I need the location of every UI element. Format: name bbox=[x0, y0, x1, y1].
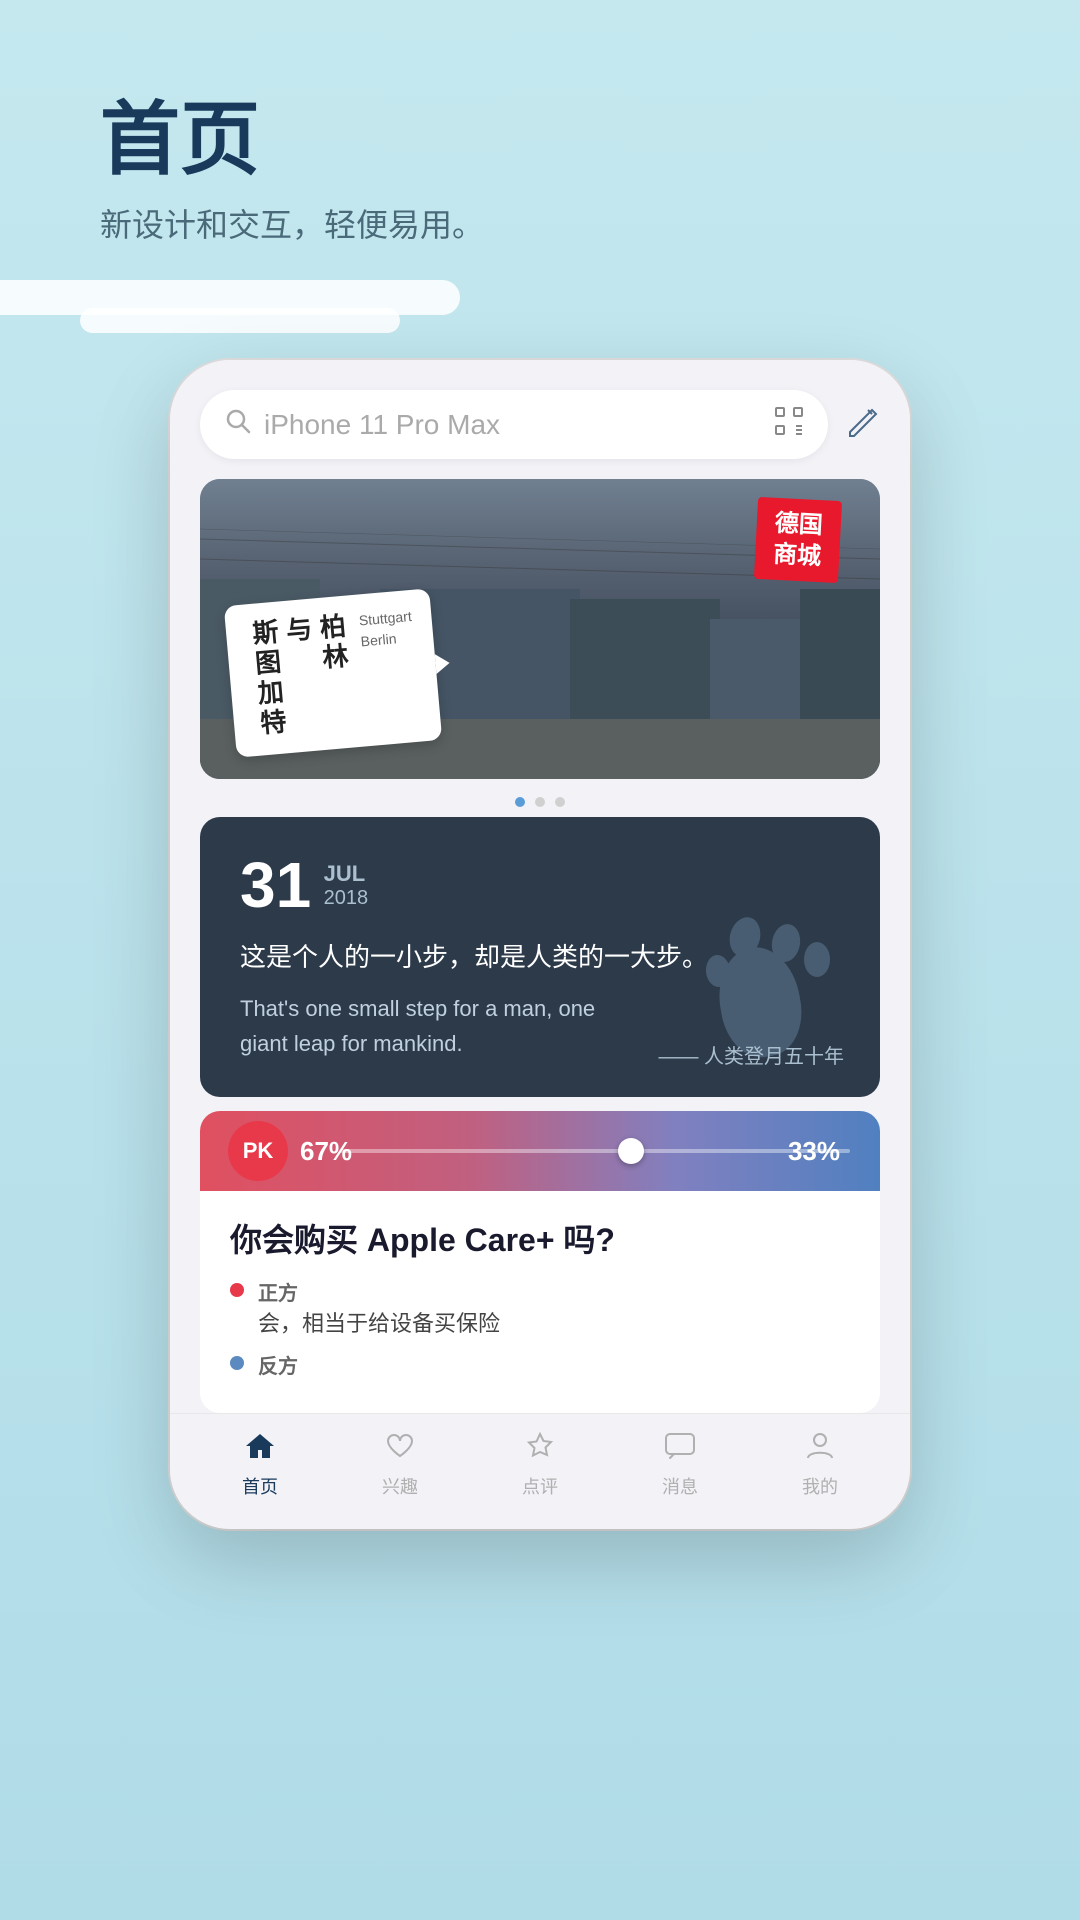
quote-date-right: JUL 2018 bbox=[324, 861, 369, 910]
cloud-2 bbox=[80, 308, 400, 333]
quote-date: 31 bbox=[240, 853, 311, 917]
pk-bar: PK 67% 33% bbox=[200, 1111, 880, 1191]
dot-1 bbox=[515, 797, 525, 807]
quote-source: —— 人类登月五十年 bbox=[658, 1040, 844, 1069]
star-icon bbox=[522, 1430, 558, 1467]
banner-carousel[interactable]: 德国 商城 柏林与斯图加特 StuttgartBerlin bbox=[200, 479, 880, 779]
search-bar[interactable]: iPhone 11 Pro Max bbox=[200, 390, 828, 459]
quote-month: JUL bbox=[324, 861, 369, 887]
home-icon bbox=[242, 1430, 278, 1467]
dot-2 bbox=[535, 797, 545, 807]
cloud-decoration bbox=[0, 260, 1080, 340]
pk-question: 你会购买 Apple Care+ 吗? bbox=[200, 1191, 880, 1271]
page-header: 首页 新设计和交互，轻便易用。 bbox=[100, 100, 484, 246]
tab-profile-label: 我的 bbox=[802, 1473, 838, 1499]
pk-no-label: 反方 bbox=[258, 1350, 298, 1379]
pk-card: PK 67% 33% 你会购买 Apple Care+ 吗? 正方 会，相当于给… bbox=[200, 1111, 880, 1413]
search-icon bbox=[224, 407, 252, 442]
tab-message-label: 消息 bbox=[662, 1473, 698, 1499]
scan-icon[interactable] bbox=[774, 406, 804, 443]
chat-icon bbox=[662, 1430, 698, 1467]
quote-year: 2018 bbox=[324, 887, 369, 910]
tab-profile[interactable]: 我的 bbox=[802, 1430, 838, 1499]
banner-card: 柏林与斯图加特 StuttgartBerlin bbox=[224, 588, 443, 757]
pk-slider-thumb[interactable] bbox=[618, 1138, 644, 1164]
phone-mockup: iPhone 11 Pro Max bbox=[170, 360, 910, 1529]
heart-icon bbox=[382, 1430, 418, 1467]
pk-yes-content: 会，相当于给设备买保险 bbox=[258, 1306, 500, 1338]
tab-home[interactable]: 首页 bbox=[242, 1430, 278, 1499]
pk-option-yes: 正方 会，相当于给设备买保险 bbox=[200, 1271, 880, 1344]
tab-home-label: 首页 bbox=[242, 1473, 278, 1499]
page-subtitle: 新设计和交互，轻便易用。 bbox=[100, 200, 484, 246]
tab-interest[interactable]: 兴趣 bbox=[382, 1430, 418, 1499]
pk-yes-dot bbox=[230, 1283, 244, 1297]
quote-card: 31 JUL 2018 这是个人的一小步，却是人类的一大步。 That's on… bbox=[200, 817, 880, 1097]
pk-right-percent: 33% bbox=[788, 1136, 840, 1167]
pk-option-no: 反方 bbox=[200, 1344, 880, 1385]
pk-badge: PK bbox=[228, 1121, 288, 1181]
page-title: 首页 bbox=[100, 100, 484, 180]
banner-image: 德国 商城 柏林与斯图加特 StuttgartBerlin bbox=[200, 479, 880, 779]
tab-review-label: 点评 bbox=[522, 1473, 558, 1499]
search-placeholder: iPhone 11 Pro Max bbox=[264, 409, 762, 441]
search-area: iPhone 11 Pro Max bbox=[170, 360, 910, 479]
dot-3 bbox=[555, 797, 565, 807]
page-background: 首页 新设计和交互，轻便易用。 iPhone 11 Pro Max bbox=[0, 0, 1080, 1920]
tab-bar: 首页 兴趣 点评 bbox=[170, 1413, 910, 1509]
tab-message[interactable]: 消息 bbox=[662, 1430, 698, 1499]
person-icon bbox=[802, 1430, 838, 1467]
pk-yes-label: 正方 bbox=[258, 1277, 500, 1306]
tab-interest-label: 兴趣 bbox=[382, 1473, 418, 1499]
banner-red-label: 德国 商城 bbox=[754, 497, 842, 584]
carousel-dots bbox=[170, 797, 910, 807]
pk-slider-track[interactable] bbox=[340, 1149, 850, 1153]
tab-review[interactable]: 点评 bbox=[522, 1430, 558, 1499]
edit-icon[interactable] bbox=[844, 402, 880, 447]
pk-no-dot bbox=[230, 1356, 244, 1370]
